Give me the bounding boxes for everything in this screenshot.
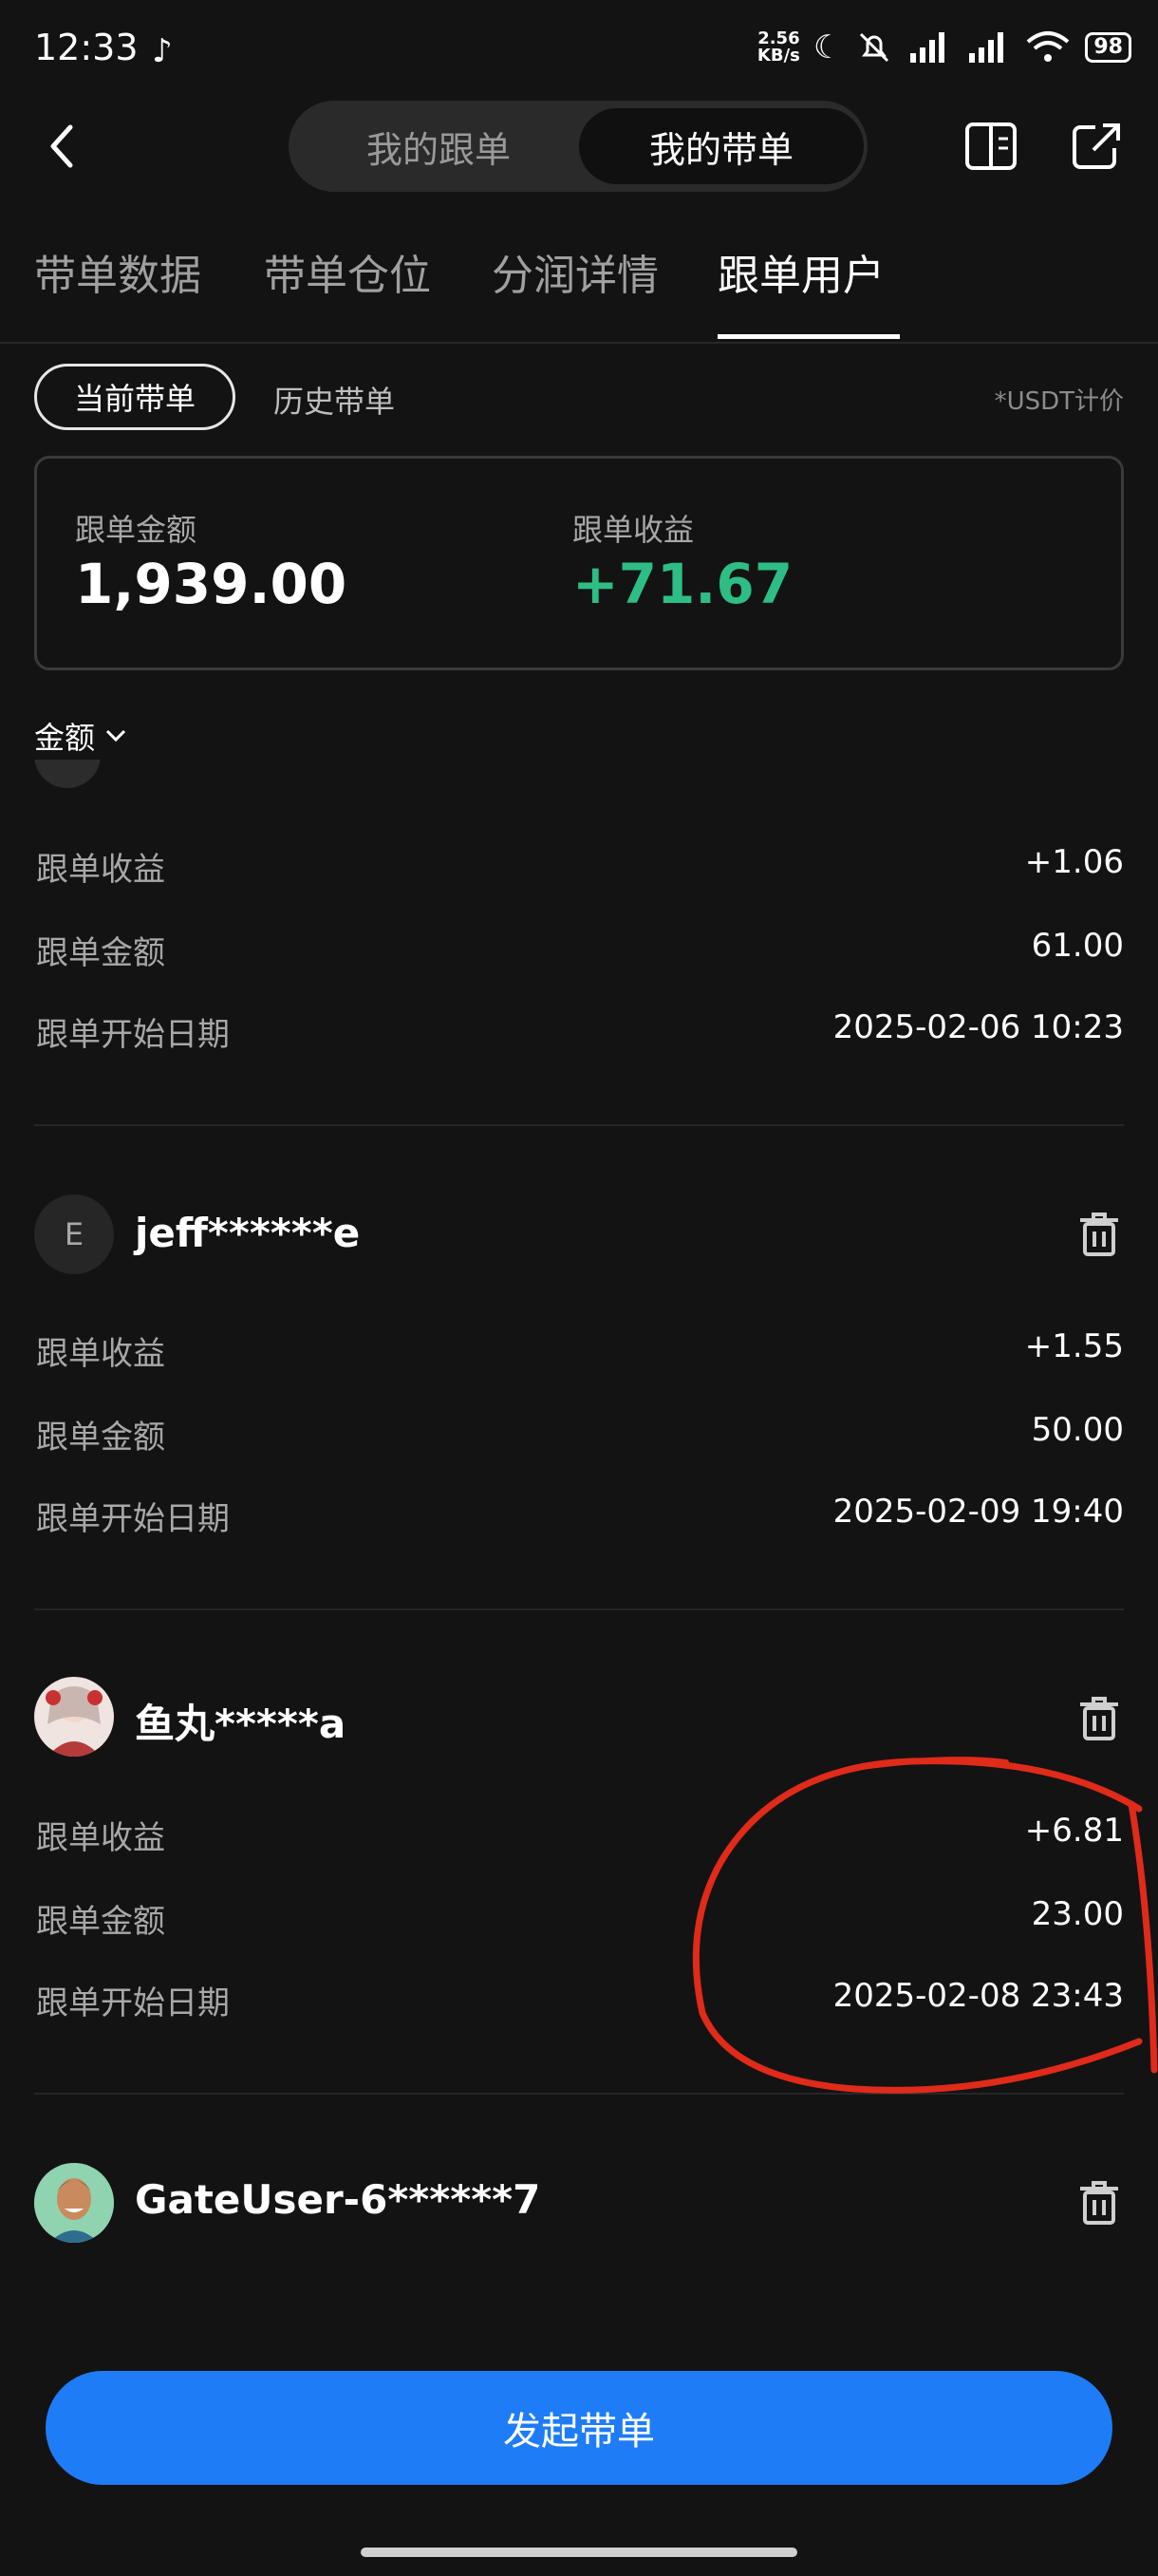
tab-followers[interactable]: 跟单用户 <box>718 241 885 302</box>
start-lead-button[interactable]: 发起带单 <box>46 2371 1112 2485</box>
trash-icon[interactable] <box>1078 1696 1120 1745</box>
wifi-icon <box>1027 31 1070 62</box>
filter-history-button[interactable]: 历史带单 <box>273 378 395 422</box>
trash-icon[interactable] <box>1078 1212 1120 1261</box>
follower-2-date: 2025-02-09 19:40 <box>832 1493 1124 1531</box>
summary-card: 跟单金额 1,939.00 跟单收益 +71.67 <box>34 456 1124 670</box>
sort-dropdown[interactable]: 金额 <box>34 714 127 758</box>
tab-lead-data[interactable]: 带单数据 <box>34 241 201 302</box>
row-date-label: 跟单开始日期 <box>36 1500 230 1538</box>
row-date-label: 跟单开始日期 <box>36 1984 230 2022</box>
row-amount-label: 跟单金额 <box>36 934 165 972</box>
tab-lead-positions[interactable]: 带单仓位 <box>264 241 431 302</box>
tiktok-notification-icon: ♪ <box>152 32 173 70</box>
row-profit-label: 跟单收益 <box>36 1819 165 1857</box>
follower-2-name: jeff******e <box>135 1210 361 1256</box>
row-amount-label: 跟单金额 <box>36 1903 165 1941</box>
follower-1-profit: +1.06 <box>1024 843 1124 881</box>
mute-bell-icon <box>860 32 889 63</box>
chevron-left-icon <box>50 124 73 168</box>
back-button[interactable] <box>46 122 80 175</box>
follower-1-amount: 61.00 <box>1031 927 1124 965</box>
follower-3-name: 鱼丸*****a <box>135 1701 346 1747</box>
battery-indicator: 98 <box>1085 32 1131 63</box>
currency-note: *USDT计价 <box>994 387 1124 416</box>
follower-1-date: 2025-02-06 10:23 <box>832 1008 1124 1046</box>
follower-3-amount: 23.00 <box>1031 1895 1124 1933</box>
row-profit-label: 跟单收益 <box>36 851 165 889</box>
follower-2-amount: 50.00 <box>1031 1411 1124 1449</box>
segment-my-lead[interactable]: 我的带单 <box>579 108 864 184</box>
segment-my-follow[interactable]: 我的跟单 <box>296 108 581 184</box>
home-indicator[interactable] <box>361 2548 797 2557</box>
chevron-down-icon <box>105 729 126 743</box>
status-icons: 2.56 KB/s ☾ 98 <box>757 28 1131 66</box>
list-divider <box>34 1608 1124 1610</box>
summary-amount-label: 跟单金额 <box>75 512 197 548</box>
sort-label: 金额 <box>34 720 96 756</box>
active-tab-indicator <box>718 334 900 339</box>
tabs-divider <box>0 342 1158 344</box>
row-date-label: 跟单开始日期 <box>36 1016 230 1054</box>
share-icon[interactable] <box>1071 122 1122 175</box>
row-amount-label: 跟单金额 <box>36 1419 165 1457</box>
signal-icon-2 <box>969 32 1004 63</box>
trash-icon[interactable] <box>1078 2180 1120 2229</box>
follower-3-profit: +6.81 <box>1024 1812 1124 1850</box>
summary-profit-value: +71.67 <box>572 552 794 616</box>
avatar <box>34 1677 114 1757</box>
follower-2-profit: +1.55 <box>1024 1327 1124 1365</box>
follower-3-date: 2025-02-08 23:43 <box>832 1977 1124 2015</box>
moon-icon: ☾ <box>812 28 843 66</box>
filter-current-button[interactable]: 当前带单 <box>34 364 235 430</box>
row-profit-label: 跟单收益 <box>36 1335 165 1373</box>
avatar <box>34 2163 114 2243</box>
summary-profit-label: 跟单收益 <box>572 512 695 548</box>
segment-control: 我的跟单 我的带单 <box>289 101 868 192</box>
clipped-avatar <box>34 760 101 788</box>
network-speed: 2.56 KB/s <box>756 28 800 66</box>
summary-amount-value: 1,939.00 <box>75 552 347 616</box>
signal-icon <box>910 32 945 63</box>
status-time: 12:33 <box>34 27 139 68</box>
guide-book-icon[interactable] <box>964 122 1018 175</box>
list-divider <box>34 2093 1124 2095</box>
follower-4-name: GateUser-6******7 <box>135 2176 541 2223</box>
avatar: E <box>34 1194 114 1274</box>
tab-profit-share[interactable]: 分润详情 <box>492 241 659 302</box>
list-divider <box>34 1124 1124 1126</box>
